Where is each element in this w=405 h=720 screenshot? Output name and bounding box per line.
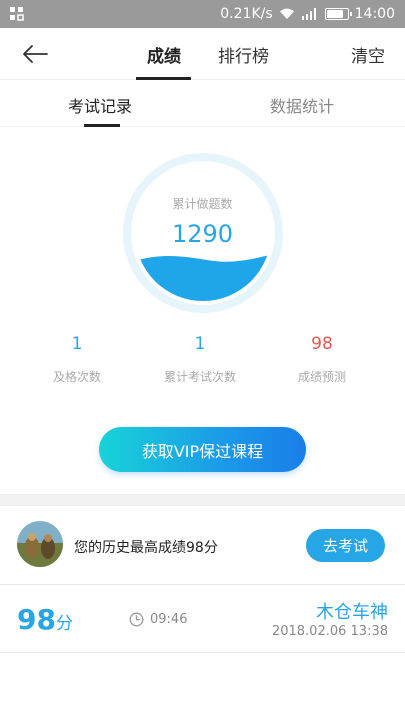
go-exam-button[interactable]: 去考试 (306, 529, 385, 562)
sub-tab-indicator (84, 124, 120, 127)
stat-score-prediction: 98 成绩预测 (267, 334, 377, 385)
notification-apps-icon (10, 7, 24, 21)
divider (0, 652, 405, 653)
top-nav: 成绩 排行榜 清空 (0, 28, 405, 80)
record-title[interactable]: 木仓车神 (316, 598, 388, 624)
stat-value: 1 (71, 334, 83, 354)
gauge-value: 1290 (171, 220, 234, 248)
status-bar: 0.21K/s 14:00 (0, 0, 405, 28)
stat-exam-count: 1 累计考试次数 (145, 334, 255, 385)
stat-label: 累计考试次数 (163, 370, 236, 384)
section-divider (0, 494, 405, 506)
record-score-unit: 分 (55, 614, 73, 634)
battery-level (326, 10, 343, 18)
status-left (10, 7, 24, 21)
battery-icon (324, 8, 352, 20)
clock-icon (129, 612, 144, 627)
sub-tabs: 考试记录 数据统计 (0, 80, 405, 127)
signal-icon (301, 8, 316, 20)
record-duration: 09:46 (150, 612, 188, 627)
stat-pass-count: 1 及格次数 (22, 334, 132, 385)
stat-value: 98 (311, 334, 333, 354)
record-score-value: 98 (17, 603, 56, 636)
tab-score[interactable]: 成绩 (147, 42, 181, 67)
record-datetime: 2018.02.06 13:38 (271, 624, 388, 639)
clear-button[interactable]: 清空 (351, 42, 385, 67)
avatar-image (17, 521, 63, 567)
sub-tab-data-stats[interactable]: 数据统计 (270, 93, 334, 117)
stat-value: 1 (194, 334, 206, 354)
wifi-icon (279, 8, 294, 19)
network-speed: 0.21K/s (220, 6, 273, 22)
back-button[interactable] (18, 40, 52, 68)
best-score-text: 您的历史最高成绩98分 (74, 540, 218, 556)
vip-course-button[interactable]: 获取VIP保过课程 (99, 427, 306, 472)
divider (0, 584, 405, 585)
tab-leaderboard[interactable]: 排行榜 (218, 42, 269, 67)
gauge-caption: 累计做题数 (172, 197, 233, 211)
sub-tab-exam-records[interactable]: 考试记录 (68, 93, 132, 117)
stat-label: 成绩预测 (297, 370, 346, 384)
avatar (17, 521, 63, 567)
clock-time: 14:00 (354, 6, 395, 22)
stat-label: 及格次数 (52, 370, 101, 384)
status-right: 0.21K/s 14:00 (220, 6, 395, 22)
arrow-left-icon (23, 45, 48, 63)
record-score: 98分 (17, 603, 73, 636)
